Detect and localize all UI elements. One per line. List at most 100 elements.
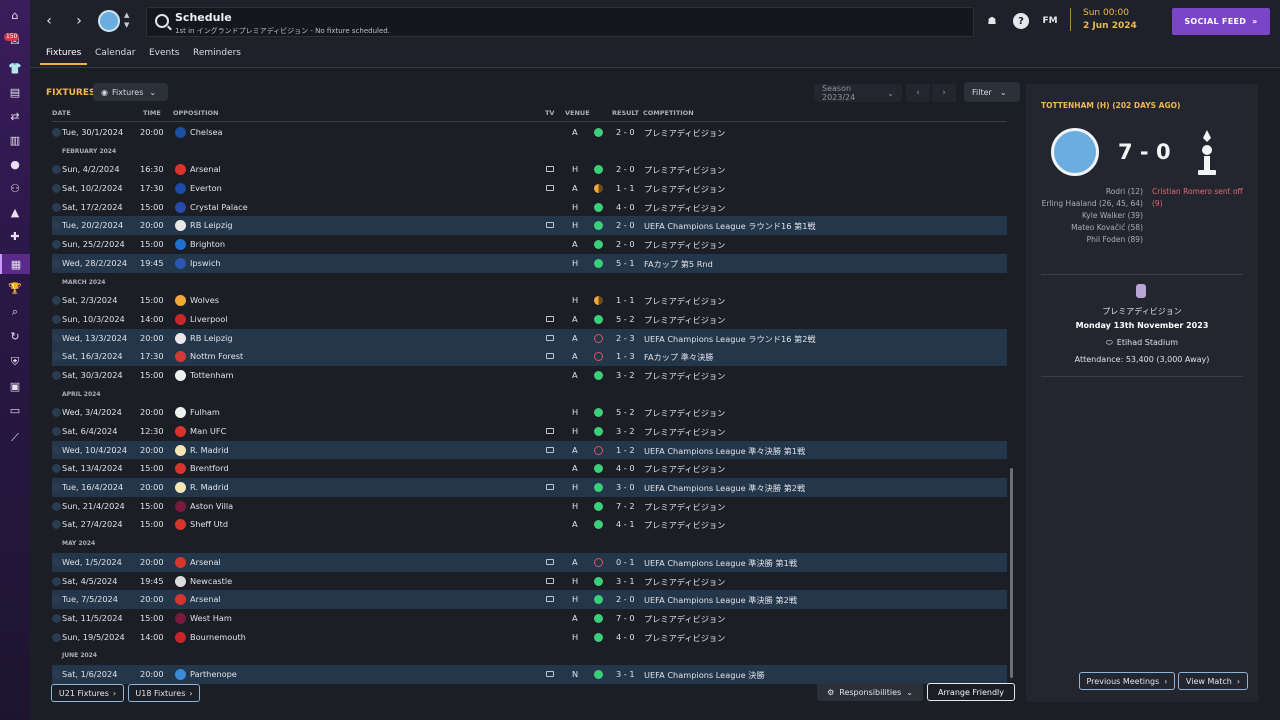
training-icon[interactable]: ▲ (0, 202, 30, 222)
table-row[interactable]: Sat, 27/4/2024 15:00 Sheff Utd A 4 - 1 プレミアディ… (52, 515, 1007, 534)
col-competition[interactable]: COMPETITION (643, 109, 694, 117)
arrange-friendly-button[interactable]: Arrange Friendly (927, 683, 1015, 701)
opponent-name[interactable]: Newcastle (190, 576, 232, 586)
fixture-score[interactable]: 1 - 2 (616, 445, 635, 455)
schedule-icon[interactable]: ▦ (0, 254, 30, 274)
opponent-name[interactable]: Chelsea (190, 127, 223, 137)
table-row[interactable]: Sun, 4/2/2024 16:30 Arsenal H 2 - 0 プレミアディビジョ… (52, 160, 1007, 179)
opponent-name[interactable]: Arsenal (190, 164, 221, 174)
responsibilities-button[interactable]: ⚙ Responsibilities ⌄ (817, 683, 923, 701)
fixture-competition[interactable]: プレミアディビジョン (644, 314, 725, 326)
opponent-name[interactable]: Bournemouth (190, 632, 246, 642)
table-row[interactable]: Wed, 28/2/2024 19:45 Ipswich H 5 - 1 FAカップ 第5… (52, 253, 1007, 273)
season-dropdown[interactable]: Season 2023/24 ⌄ (814, 84, 902, 102)
reminder-dot-icon[interactable] (52, 314, 61, 324)
back-button[interactable]: ‹ (38, 10, 60, 32)
filter-button[interactable]: Filter ⌄ (964, 82, 1020, 102)
opponent-name[interactable]: Aston Villa (190, 501, 233, 511)
fixture-competition[interactable]: プレミアディビジョン (644, 463, 725, 475)
fixture-score[interactable]: 3 - 1 (616, 576, 635, 586)
fixture-score[interactable]: 2 - 0 (616, 594, 635, 604)
fixture-score[interactable]: 2 - 0 (616, 164, 635, 174)
tab-reminders[interactable]: Reminders (187, 47, 247, 65)
opponent-name[interactable]: Wolves (190, 295, 219, 305)
reminder-dot-icon[interactable] (52, 221, 61, 231)
fixture-score[interactable]: 1 - 3 (616, 351, 635, 361)
table-row[interactable]: Wed, 1/5/2024 20:00 Arsenal A 0 - 1 UEFA Cham… (52, 552, 1007, 572)
opponent-name[interactable]: Brentford (190, 463, 229, 473)
finances-icon[interactable]: ▣ (0, 376, 30, 396)
opponent-name[interactable]: RB Leipzig (190, 333, 233, 343)
fixture-score[interactable]: 2 - 0 (616, 239, 635, 249)
table-row[interactable]: Wed, 10/4/2024 20:00 R. Madrid A 1 - 2 UEFA C… (52, 440, 1007, 460)
squad-icon[interactable]: 👕 (0, 58, 30, 78)
fixture-score[interactable]: 3 - 1 (616, 669, 635, 679)
table-row[interactable]: Sun, 25/2/2024 15:00 Brighton A 2 - 0 プレミアディビ… (52, 235, 1007, 254)
club-switch-icon[interactable]: ▲ ▼ (124, 10, 129, 30)
opponent-name[interactable]: Man UFC (190, 426, 226, 436)
competitions-icon[interactable]: 🏆 (0, 278, 30, 298)
fixture-competition[interactable]: プレミアディビジョン (644, 407, 725, 419)
fixture-competition[interactable]: プレミアディビジョン (644, 295, 725, 307)
next-season-button[interactable]: › (932, 84, 956, 102)
fixture-score[interactable]: 5 - 2 (616, 407, 635, 417)
opponent-name[interactable]: Crystal Palace (190, 202, 248, 212)
table-row[interactable]: Tue, 16/4/2024 20:00 R. Madrid H 3 - 0 UEFA C… (52, 478, 1007, 497)
help-icon[interactable]: ? (1013, 13, 1029, 29)
fixture-competition[interactable]: プレミアディビジョン (644, 519, 725, 531)
search-box[interactable]: Schedule 1st in イングランドプレミアディビジョン - No fi… (146, 7, 974, 37)
col-date[interactable]: DATE (52, 109, 71, 117)
fixture-score[interactable]: 7 - 0 (616, 613, 635, 623)
u21-fixtures-button[interactable]: U21 Fixtures › (51, 684, 124, 702)
table-row[interactable]: Sun, 10/3/2024 14:00 Liverpool A 5 - 2 プレミアディ… (52, 310, 1007, 329)
table-row[interactable]: Tue, 30/1/2024 20:00 Chelsea A 2 - 0 プレミアディビジ… (52, 123, 1007, 142)
opponent-name[interactable]: Parthenope (190, 669, 237, 679)
fixture-competition[interactable]: UEFA Champions League 準決勝 第2戦 (644, 594, 797, 606)
opponent-name[interactable]: Sheff Utd (190, 519, 228, 529)
reminder-dot-icon[interactable] (52, 595, 61, 605)
fixture-score[interactable]: 1 - 1 (616, 295, 635, 305)
opponent-name[interactable]: Tottenham (190, 370, 233, 380)
fixture-competition[interactable]: プレミアディビジョン (644, 202, 725, 214)
reminder-dot-icon[interactable] (52, 370, 61, 380)
shield-icon[interactable]: ⛨ (0, 352, 30, 372)
reminder-dot-icon[interactable] (52, 408, 61, 418)
reminder-dot-icon[interactable] (52, 165, 61, 175)
table-row[interactable]: Sat, 30/3/2024 15:00 Tottenham A 3 - 2 プレミアディ… (52, 366, 1007, 385)
fixture-competition[interactable]: FAカップ 準々決勝 (644, 351, 713, 363)
fixture-score[interactable]: 3 - 0 (616, 482, 635, 492)
fixture-score[interactable]: 2 - 0 (616, 220, 635, 230)
table-row[interactable]: Tue, 7/5/2024 20:00 Arsenal H 2 - 0 UEFA Cham… (52, 590, 1007, 609)
tab-calendar[interactable]: Calendar (89, 47, 141, 65)
reminder-dot-icon[interactable] (52, 296, 61, 306)
reminder-dot-icon[interactable] (52, 202, 61, 212)
fixture-competition[interactable]: UEFA Champions League 決勝 (644, 669, 765, 681)
staff-icon[interactable]: ▥ (0, 130, 30, 150)
social-feed-button[interactable]: SOCIAL FEED » (1172, 8, 1270, 35)
col-time[interactable]: TIME (143, 109, 161, 117)
fixture-score[interactable]: 4 - 1 (616, 519, 635, 529)
opponent-name[interactable]: R. Madrid (190, 445, 229, 455)
table-row[interactable]: Sun, 19/5/2024 14:00 Bournemouth H 4 - 0 プレミア… (52, 628, 1007, 647)
opponent-name[interactable]: Liverpool (190, 314, 228, 324)
opponent-name[interactable]: RB Leipzig (190, 220, 233, 230)
reminder-dot-icon[interactable] (52, 501, 61, 511)
fixture-competition[interactable]: プレミアディビジョン (644, 613, 725, 625)
col-venue[interactable]: VENUE (565, 109, 590, 117)
opponent-name[interactable]: Fulham (190, 407, 220, 417)
trophy-icon[interactable]: ☗ (984, 13, 1000, 29)
tab-events[interactable]: Events (143, 47, 185, 65)
home-scorer[interactable]: Kyle Walker (39) (1036, 210, 1143, 222)
reminder-dot-icon[interactable] (52, 576, 61, 586)
view-match-button[interactable]: View Match › (1178, 672, 1248, 690)
reminder-dot-icon[interactable] (52, 258, 61, 268)
fixture-competition[interactable]: プレミアディビジョン (644, 370, 725, 382)
opponent-name[interactable]: Ipswich (190, 258, 221, 268)
opponent-name[interactable]: Nottm Forest (190, 351, 243, 361)
search-sidebar-icon[interactable]: ⌕ (0, 302, 30, 322)
fixture-score[interactable]: 3 - 2 (616, 426, 635, 436)
table-row[interactable]: Sat, 16/3/2024 17:30 Nottm Forest A 1 - 3 FAカ… (52, 347, 1007, 366)
fixture-score[interactable]: 2 - 0 (616, 127, 635, 137)
col-result[interactable]: RESULT (612, 109, 639, 117)
home-scorer[interactable]: Mateo Kovačić (58) (1036, 222, 1143, 234)
